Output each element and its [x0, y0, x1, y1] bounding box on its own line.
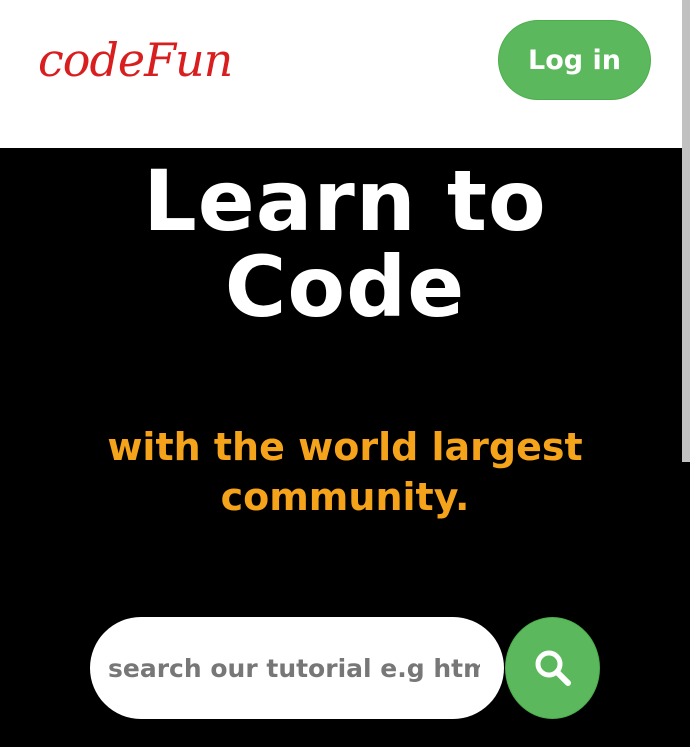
page: codeFun Log in Learn to Code with the wo… [0, 0, 690, 747]
site-header: codeFun Log in [0, 0, 690, 148]
site-logo[interactable]: codeFun [38, 28, 233, 92]
hero-subtitle-line-2: community. [220, 475, 470, 519]
hero-subtitle-line-1: with the world largest [107, 425, 583, 469]
hero-title-line-1: Learn to [143, 152, 547, 250]
hero-title-line-2: Code [224, 238, 466, 336]
search-box [90, 617, 504, 719]
search-icon [535, 650, 571, 686]
search-input[interactable] [108, 617, 480, 719]
login-button[interactable]: Log in [498, 20, 651, 100]
hero-title: Learn to Code [0, 158, 690, 330]
hero-subtitle: with the world largest community. [0, 422, 690, 522]
search-button[interactable] [505, 617, 600, 719]
